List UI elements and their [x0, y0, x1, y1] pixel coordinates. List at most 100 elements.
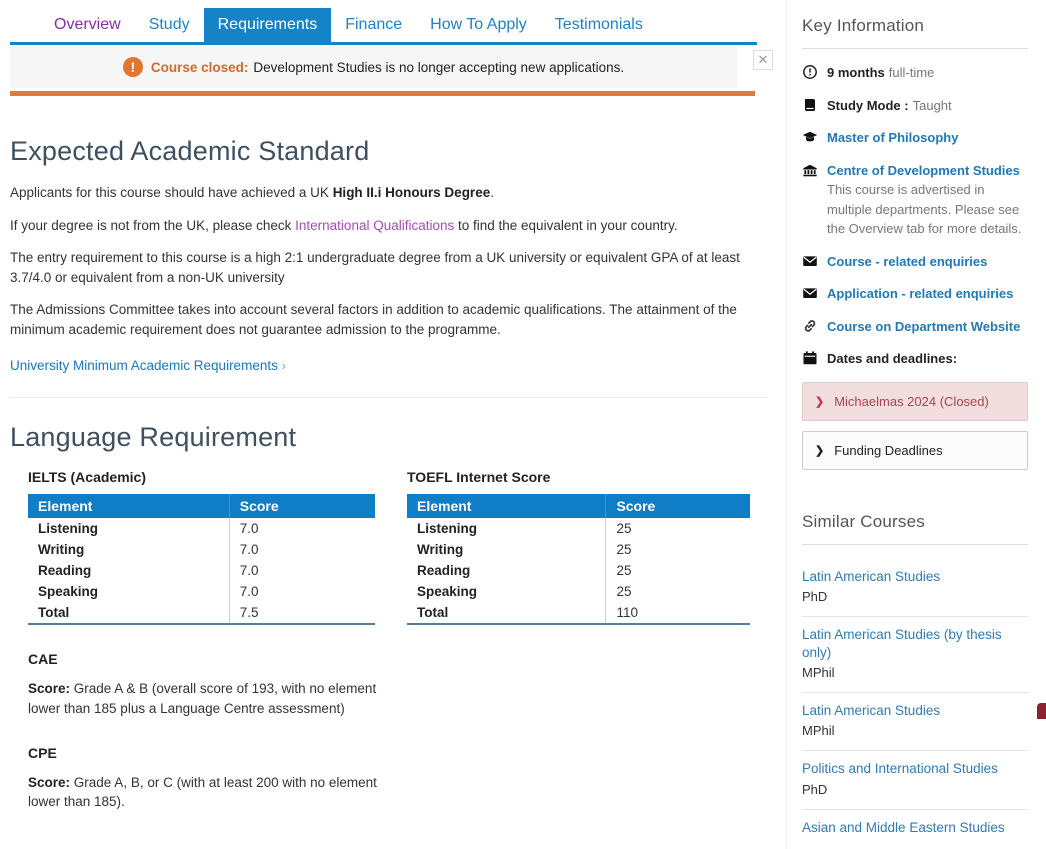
- academic-standard-title: Expected Academic Standard: [10, 136, 786, 167]
- academic-p1-bold: High II.i Honours Degree: [333, 185, 491, 200]
- similar-courses-heading: Similar Courses: [802, 508, 1028, 545]
- minimum-requirements-link[interactable]: University Minimum Academic Requirements…: [10, 358, 286, 373]
- table-row: Total7.5: [28, 602, 375, 624]
- academic-p4: The Admissions Committee takes into acco…: [10, 300, 772, 339]
- toefl-row-value: 25: [606, 581, 750, 602]
- cae-score: Score: Grade A & B (overall score of 193…: [28, 679, 382, 718]
- similar-course-link[interactable]: Latin American Studies: [802, 702, 1028, 720]
- academic-p3: The entry requirement to this course is …: [10, 248, 772, 287]
- table-row: Listening25: [407, 518, 750, 539]
- academic-p1-text: Applicants for this course should have a…: [10, 185, 333, 200]
- toefl-header-score: Score: [606, 494, 750, 518]
- toefl-row-label: Speaking: [407, 581, 606, 602]
- language-requirement-title: Language Requirement: [10, 422, 786, 453]
- calendar-icon: [802, 350, 818, 366]
- tab-finance[interactable]: Finance: [331, 8, 416, 42]
- tab-underline: [10, 42, 757, 45]
- tab-how-to-apply[interactable]: How To Apply: [416, 8, 541, 42]
- deadline-michaelmas-closed[interactable]: ❯ Michaelmas 2024 (Closed): [802, 382, 1028, 421]
- alert-message: Development Studies is no longer accepti…: [253, 60, 624, 75]
- course-enquiries-link[interactable]: Course - related enquiries: [827, 254, 987, 269]
- academic-standard-section: Expected Academic Standard Applicants fo…: [10, 136, 786, 375]
- department-website-item: Course on Department Website: [802, 317, 1028, 337]
- international-qualifications-link[interactable]: International Qualifications: [295, 218, 454, 233]
- ielts-row-label: Speaking: [28, 581, 229, 602]
- ielts-row-label: Reading: [28, 560, 229, 581]
- table-row: Reading7.0: [28, 560, 375, 581]
- cpe-heading: CPE: [28, 745, 375, 761]
- table-header-row: Element Score: [407, 494, 750, 518]
- ielts-row-value: 7.0: [229, 581, 375, 602]
- duration-item: 9 monthsfull-time: [802, 63, 1028, 83]
- tab-bar: Overview Study Requirements Finance How …: [40, 8, 786, 42]
- tab-overview[interactable]: Overview: [40, 8, 135, 42]
- toefl-column: TOEFL Internet Score Element Score Liste…: [407, 469, 750, 824]
- deadlines-label: Dates and deadlines:: [827, 351, 957, 366]
- similar-course-link[interactable]: Latin American Studies (by thesis only): [802, 626, 1028, 662]
- close-icon[interactable]: ✕: [753, 50, 773, 70]
- graduation-cap-icon: [802, 129, 818, 145]
- cae-score-text: Grade A & B (overall score of 193, with …: [28, 681, 376, 716]
- department-website-link[interactable]: Course on Department Website: [827, 319, 1020, 334]
- similar-course-link[interactable]: Asian and Middle Eastern Studies: [802, 819, 1028, 837]
- duration-text: 9 monthsfull-time: [827, 63, 934, 83]
- score-tables: IELTS (Academic) Element Score Listening…: [28, 469, 786, 824]
- department-item: Centre of Development Studies This cours…: [802, 161, 1028, 239]
- table-row: Writing25: [407, 539, 750, 560]
- ielts-row-label: Listening: [28, 518, 229, 539]
- scroll-top-partial[interactable]: [1037, 703, 1046, 719]
- table-row: Total110: [407, 602, 750, 624]
- similar-courses-section: Similar Courses Latin American Studies P…: [802, 508, 1028, 849]
- application-enquiries-link[interactable]: Application - related enquiries: [827, 286, 1013, 301]
- toefl-caption: TOEFL Internet Score: [407, 469, 750, 485]
- envelope-icon: [802, 285, 818, 301]
- similar-course-link[interactable]: Politics and International Studies: [802, 760, 1028, 778]
- ielts-header-score: Score: [229, 494, 375, 518]
- department-note: This course is advertised in multiple de…: [827, 182, 1021, 236]
- alert-row: Course closed: Development Studies is no…: [10, 46, 786, 88]
- application-enquiries-item: Application - related enquiries: [802, 284, 1028, 304]
- tab-study[interactable]: Study: [135, 8, 204, 42]
- table-row: Speaking25: [407, 581, 750, 602]
- book-icon: [802, 97, 818, 113]
- award-link[interactable]: Master of Philosophy: [827, 130, 958, 145]
- course-closed-alert: Course closed: Development Studies is no…: [10, 46, 737, 88]
- section-divider: [10, 397, 767, 398]
- deadlines-text: Dates and deadlines:: [827, 349, 957, 369]
- orange-divider: [10, 91, 755, 96]
- chevron-right-icon: ›: [282, 359, 286, 373]
- study-mode-value: Taught: [913, 98, 952, 113]
- course-level: MPhil: [802, 665, 1028, 680]
- toefl-row-value: 25: [606, 560, 750, 581]
- tab-requirements[interactable]: Requirements: [204, 8, 332, 42]
- study-mode-label: Study Mode :: [827, 98, 909, 113]
- main-content: Overview Study Requirements Finance How …: [0, 0, 786, 849]
- ielts-column: IELTS (Academic) Element Score Listening…: [28, 469, 375, 824]
- ielts-row-value: 7.5: [229, 602, 375, 624]
- course-enquiries-item: Course - related enquiries: [802, 252, 1028, 272]
- cpe-score: Score: Grade A, B, or C (with at least 2…: [28, 773, 382, 812]
- ielts-row-label: Total: [28, 602, 229, 624]
- deadlines-item: Dates and deadlines:: [802, 349, 1028, 369]
- ielts-caption: IELTS (Academic): [28, 469, 375, 485]
- table-row: Writing7.0: [28, 539, 375, 560]
- envelope-icon: [802, 253, 818, 269]
- award-text: Master of Philosophy: [827, 128, 958, 148]
- similar-course-link[interactable]: Latin American Studies: [802, 568, 1028, 586]
- toefl-table: Element Score Listening25 Writing25 Read…: [407, 494, 750, 625]
- link-icon: [802, 318, 818, 334]
- study-mode-text: Study Mode : Taught: [827, 96, 952, 116]
- deadline-funding[interactable]: ❯ Funding Deadlines: [802, 431, 1028, 470]
- course-level: PhD: [802, 589, 1028, 604]
- ielts-row-label: Writing: [28, 539, 229, 560]
- list-item: Latin American Studies (by thesis only) …: [802, 617, 1028, 693]
- tab-testimonials[interactable]: Testimonials: [541, 8, 657, 42]
- deadline-funding-label: Funding Deadlines: [834, 443, 942, 458]
- cae-score-label: Score:: [28, 681, 70, 696]
- toefl-row-value: 110: [606, 602, 750, 624]
- department-link[interactable]: Centre of Development Studies: [827, 163, 1020, 178]
- chevron-right-icon: ❯: [815, 395, 824, 408]
- deadline-closed-label: Michaelmas 2024 (Closed): [834, 394, 989, 409]
- toefl-row-value: 25: [606, 539, 750, 560]
- exclamation-circle-icon: [123, 57, 143, 77]
